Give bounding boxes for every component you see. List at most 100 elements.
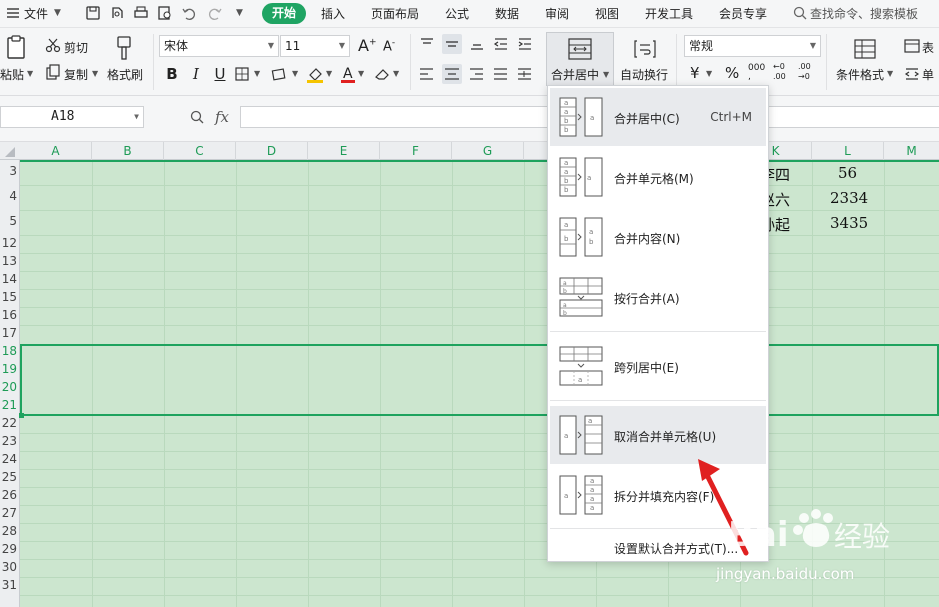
name-box[interactable]: A18 ▼ [0,106,144,128]
increase-font-icon[interactable]: A+ [358,36,377,55]
fill-color-icon[interactable] [305,64,325,84]
borders-icon[interactable] [234,66,252,82]
row-header-21[interactable]: 21 [0,398,20,412]
row-header-27[interactable]: 27 [0,506,20,520]
row-header-14[interactable]: 14 [0,272,20,286]
row-header-19[interactable]: 19 [0,362,20,376]
tab-developer[interactable]: 开发工具 [645,5,693,22]
row-header-15[interactable]: 15 [0,290,20,304]
row-header-16[interactable]: 16 [0,308,20,322]
merged-cell-selection[interactable] [20,344,939,416]
font-size-select[interactable]: 11 ▼ [280,35,350,57]
italic-icon[interactable]: I [186,64,206,84]
column-header-d[interactable]: D [236,142,308,160]
search-icon[interactable] [792,5,808,21]
decrease-decimal-icon[interactable]: .00 →0 [798,62,811,82]
eraser-dropdown-icon[interactable]: ▼ [393,69,399,78]
percent-icon[interactable]: % [725,64,739,82]
menu-item-merge-cells[interactable]: a a b b a 合并单元格(M) [550,148,766,206]
distributed-align-icon[interactable] [516,66,534,82]
search-command-input[interactable]: 查找命令、搜索模板 [810,5,918,22]
tab-view[interactable]: 视图 [595,5,619,22]
row-header-23[interactable]: 23 [0,434,20,448]
align-center-button[interactable] [442,64,462,84]
menu-item-merge-center[interactable]: a a b b a 合并居中(C) Ctrl+M [550,88,766,146]
fill-handle[interactable] [19,413,24,418]
menu-item-merge-by-row[interactable]: a b a b 按行合并(A) [550,268,766,326]
tab-review[interactable]: 审阅 [545,5,569,22]
column-header-b[interactable]: B [92,142,164,160]
undo-icon[interactable] [180,4,198,22]
justify-icon[interactable] [492,66,510,82]
row-header-5[interactable]: 5 [0,214,20,228]
cut-button[interactable]: 剪切 [64,39,88,56]
paste-dropdown-icon[interactable]: ▼ [27,69,33,78]
fill-color-dropdown-icon[interactable]: ▼ [326,69,332,78]
fill-style-icon[interactable] [270,66,290,82]
paste-icon[interactable] [4,34,30,62]
cell-l5[interactable]: 3435 [830,214,868,232]
thousands-separator-icon[interactable]: 000, [748,64,765,82]
tab-data[interactable]: 数据 [495,5,519,22]
conditional-format-button[interactable]: 条件格式 [836,66,884,83]
currency-dropdown-icon[interactable]: ▼ [706,69,712,78]
borders-dropdown-icon[interactable]: ▼ [254,69,260,78]
row-header-28[interactable]: 28 [0,524,20,538]
align-left-icon[interactable] [418,66,436,82]
column-header-a[interactable]: A [20,142,92,160]
align-middle-button[interactable] [442,34,462,54]
export-icon[interactable] [108,4,126,22]
cell-l3[interactable]: 56 [838,164,857,182]
redo-icon[interactable] [206,4,224,22]
format-painter-button[interactable]: 格式刷 [107,66,143,83]
currency-icon[interactable]: ¥ [690,64,700,82]
number-format-select[interactable]: 常规 ▼ [684,35,821,57]
cell-l4[interactable]: 2334 [830,189,868,207]
row-header-30[interactable]: 30 [0,560,20,574]
increase-indent-icon[interactable] [516,36,534,52]
zoom-icon[interactable] [189,109,205,125]
row-header-24[interactable]: 24 [0,452,20,466]
merge-center-button[interactable]: 合并居中 ▼ [546,32,614,86]
tab-insert[interactable]: 插入 [321,5,345,22]
copy-button[interactable]: 复制 [64,66,88,83]
row-header-26[interactable]: 26 [0,488,20,502]
row-header-12[interactable]: 12 [0,236,20,250]
menu-item-center-across[interactable]: a 跨列居中(E) [550,337,766,395]
decrease-font-icon[interactable]: A- [383,38,395,54]
row-header-22[interactable]: 22 [0,416,20,430]
quick-access-dropdown-icon[interactable]: ▼ [236,8,243,18]
bold-icon[interactable]: B [162,64,182,84]
file-menu[interactable]: 文件 [24,5,48,22]
fill-style-dropdown-icon[interactable]: ▼ [292,69,298,78]
row-header-29[interactable]: 29 [0,542,20,556]
paste-button[interactable]: 粘贴 [0,66,24,83]
column-header-e[interactable]: E [308,142,380,160]
decrease-indent-icon[interactable] [492,36,510,52]
font-color-dropdown-icon[interactable]: ▼ [358,69,364,78]
row-header-17[interactable]: 17 [0,326,20,340]
align-top-icon[interactable] [418,36,436,52]
conditional-format-dropdown-icon[interactable]: ▼ [887,69,893,78]
row-header-4[interactable]: 4 [0,189,20,203]
tab-page-layout[interactable]: 页面布局 [371,5,419,22]
font-color-icon[interactable]: A [339,64,357,84]
print-preview-icon[interactable] [156,4,174,22]
eraser-icon[interactable] [372,65,392,83]
align-right-icon[interactable] [468,66,486,82]
row-header-20[interactable]: 20 [0,380,20,394]
save-icon[interactable] [84,4,102,22]
tab-formula[interactable]: 公式 [445,5,469,22]
copy-dropdown-icon[interactable]: ▼ [92,69,98,78]
column-header-g[interactable]: G [452,142,524,160]
table-style-button[interactable]: 表 [922,39,934,56]
menu-item-merge-content[interactable]: a b a b 合并内容(N) [550,208,766,266]
column-header-f[interactable]: F [380,142,452,160]
wrap-text-button[interactable]: 自动换行 [620,66,668,83]
row-header-25[interactable]: 25 [0,470,20,484]
row-header-18[interactable]: 18 [0,344,20,358]
column-header-c[interactable]: C [164,142,236,160]
tab-start[interactable]: 开始 [262,3,306,24]
print-icon[interactable] [132,4,150,22]
hamburger-icon[interactable] [4,4,22,22]
